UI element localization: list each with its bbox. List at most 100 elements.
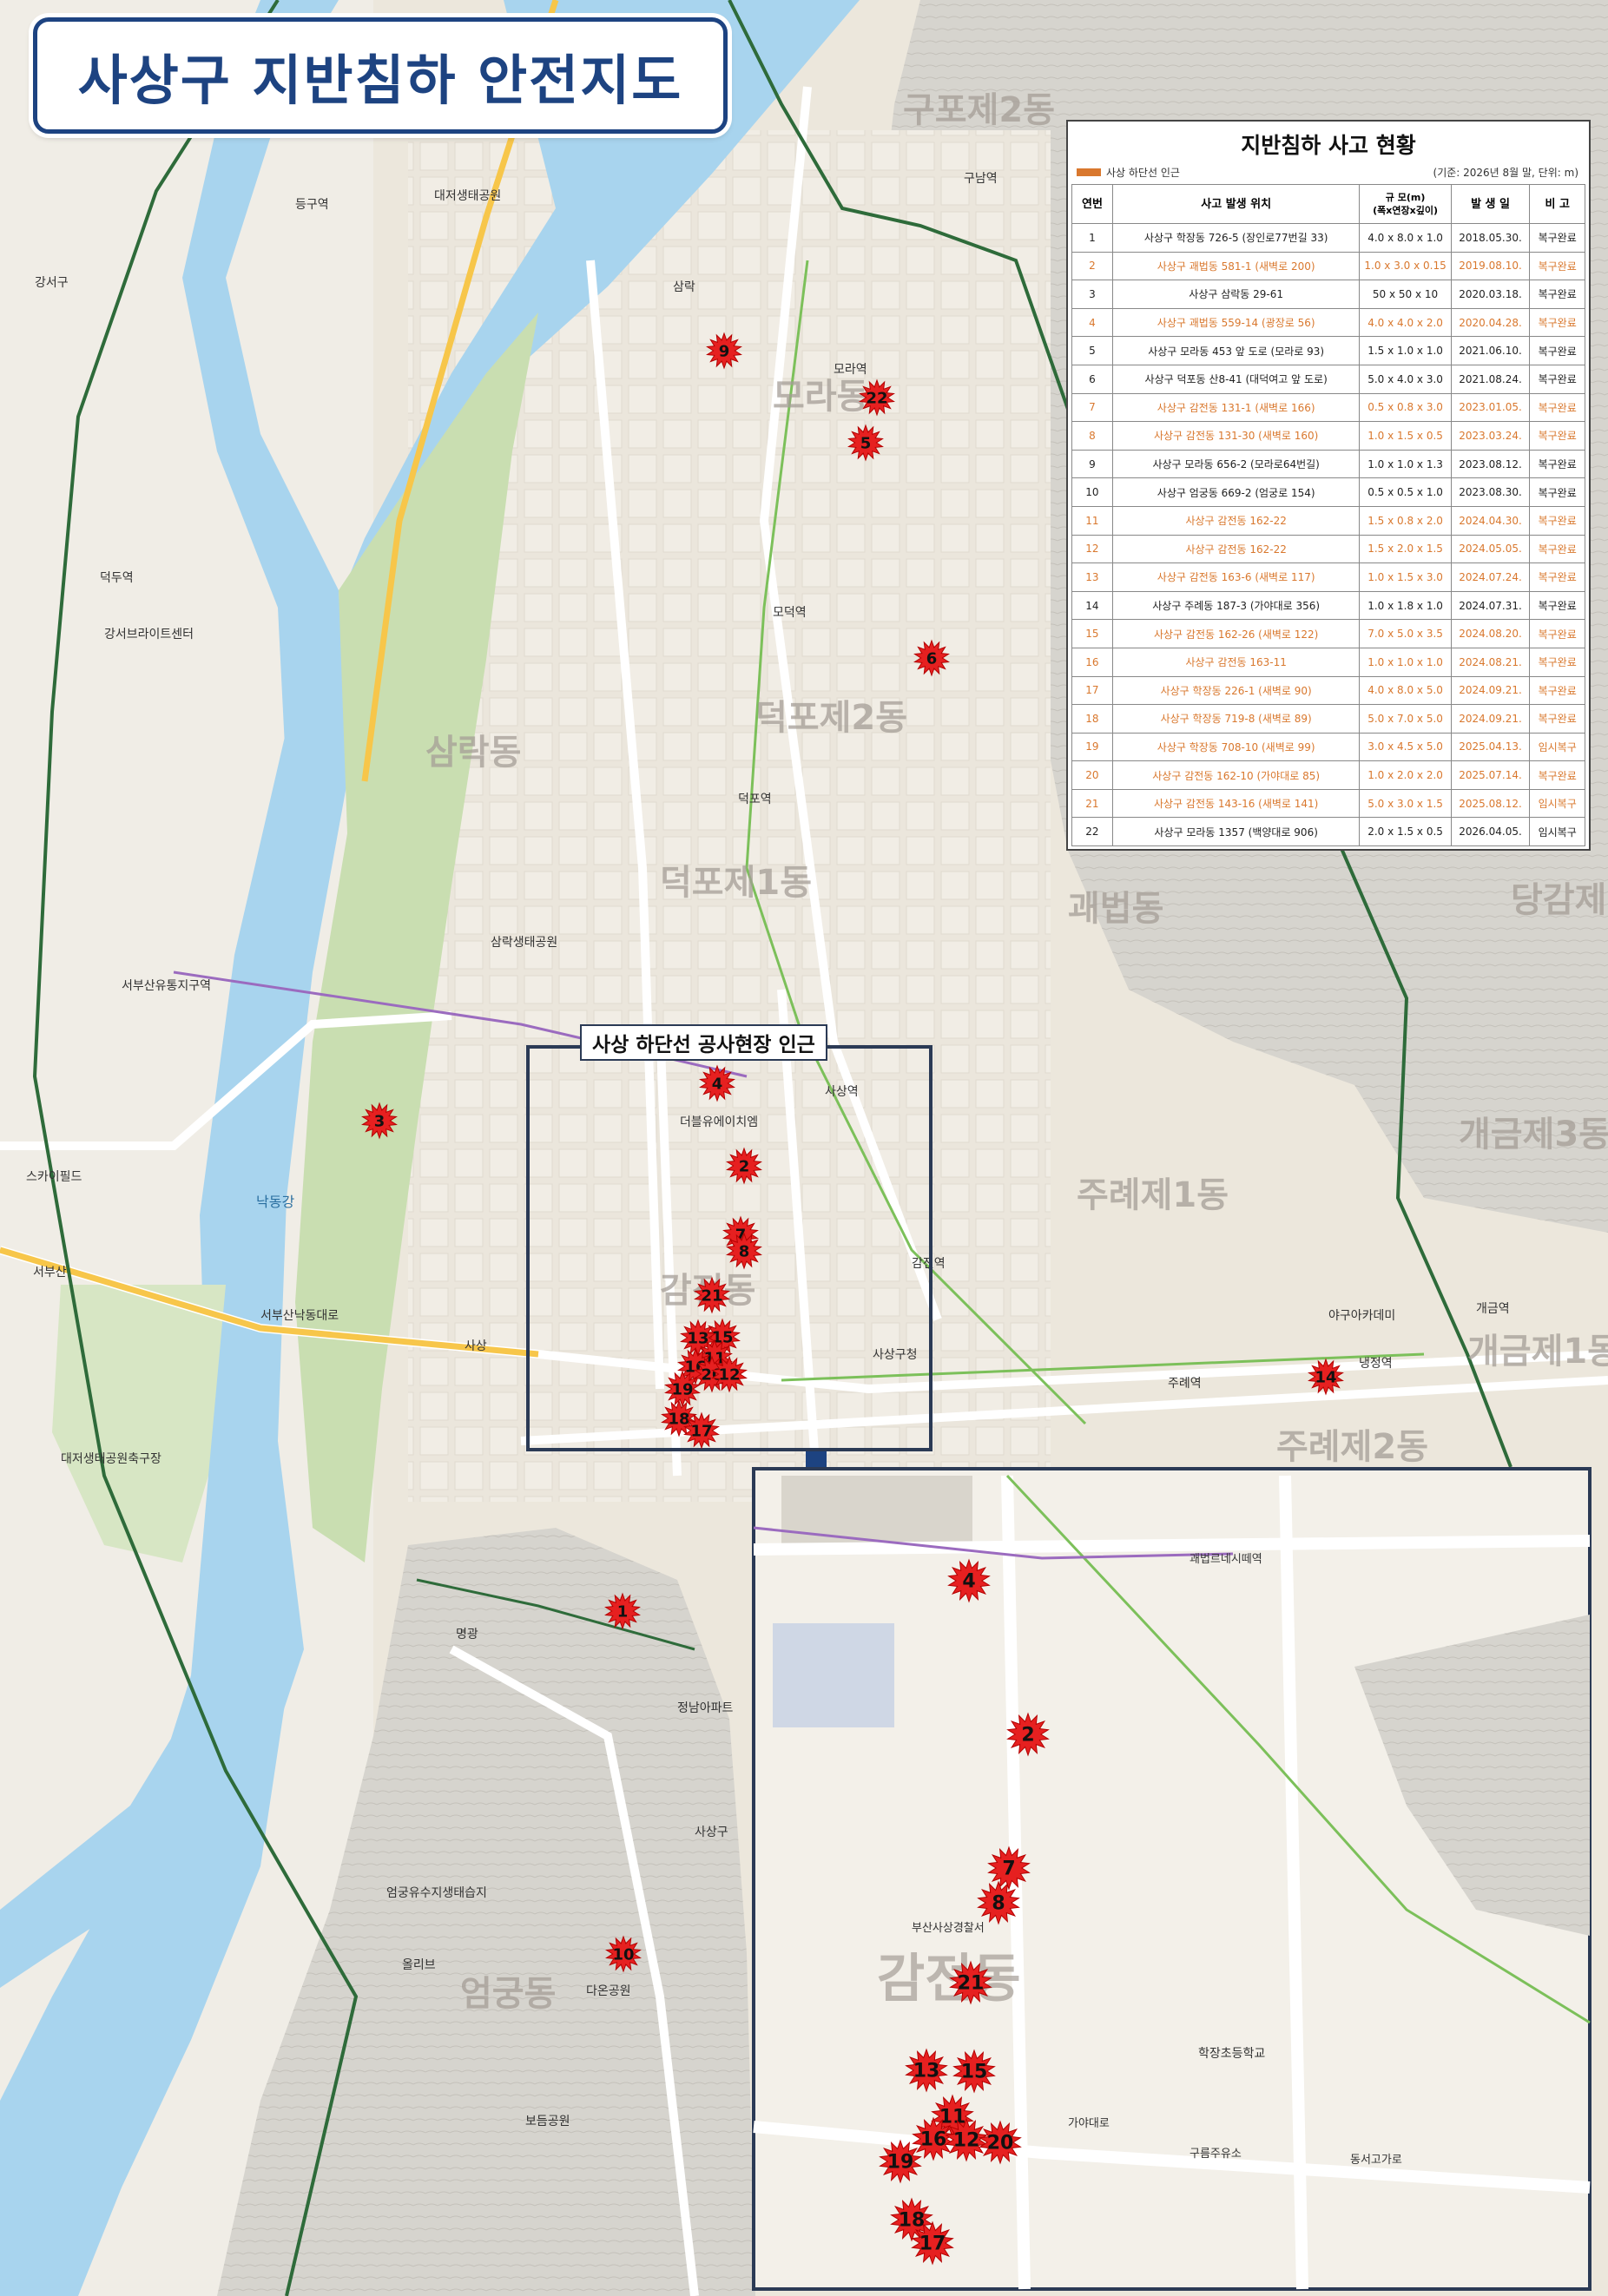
cell-note: 복구완료 [1529,421,1585,451]
district-label: 삼락동 [425,733,521,773]
place-label: 주례역 [1168,1377,1202,1391]
place-label: 강서구 [35,276,69,290]
cell-size: 1.0 x 1.0 x 1.0 [1359,647,1452,677]
district-label: 엄궁동 [460,1974,556,2014]
place-label: 모라역 [834,363,867,377]
sinkhole-marker-number: 5 [860,434,872,452]
cell-note: 복구완료 [1529,704,1585,734]
cell-note: 복구완료 [1529,449,1585,479]
table-row: 16 사상구 감전동 163-11 1.0 x 1.0 x 1.0 2024.08.2… [1071,647,1585,677]
cell-size: 1.0 x 1.5 x 3.0 [1359,562,1452,592]
cell-no: 16 [1071,647,1113,677]
col-header-date: 발 생 일 [1450,184,1531,224]
sinkhole-marker-number: 3 [374,1112,386,1130]
cell-size: 5.0 x 7.0 x 5.0 [1359,704,1452,734]
cell-no: 9 [1071,449,1113,479]
sinkhole-marker-number: 18 [668,1410,689,1428]
cell-loc: 사상구 감전동 131-30 (새벽로 160) [1111,421,1361,451]
cell-loc: 사상구 덕포동 산8-41 (대덕여고 앞 도로) [1111,364,1361,394]
cell-size: 5.0 x 4.0 x 3.0 [1359,364,1452,394]
district-label: 구포제2동 [903,90,1055,130]
district-label: 주례제2동 [1276,1427,1428,1467]
sinkhole-marker-number: 12 [953,2130,980,2152]
table-row: 20 사상구 감전동 162-10 (가야대로 85) 1.0 x 2.0 x 2.… [1071,760,1585,790]
sinkhole-marker-number: 21 [701,1286,722,1305]
place-label: 덕두역 [100,571,134,585]
table-row: 11 사상구 감전동 162-22 1.5 x 0.8 x 2.0 2024.04.3… [1071,505,1585,536]
cell-note: 복구완료 [1529,505,1585,536]
sinkhole-marker-number: 12 [718,1365,740,1384]
cell-size: 1.5 x 0.8 x 2.0 [1359,505,1452,536]
place-label: 강서브라이트센터 [104,628,194,641]
table-row: 5 사상구 모라동 453 앞 도로 (모라로 93) 1.5 x 1.0 x 1.… [1071,336,1585,365]
cell-date: 2023.08.12. [1450,449,1531,479]
sinkhole-marker-number: 1 [617,1602,629,1621]
cell-no: 3 [1071,280,1113,309]
table-row: 2 사상구 괘법동 581-1 (새벽로 200) 1.0 x 3.0 x 0.15… [1071,251,1585,281]
place-label: 사상구청 [873,1348,918,1362]
table-row: 15 사상구 감전동 162-26 (새벽로 122) 7.0 x 5.0 x 3.… [1071,619,1585,648]
cell-date: 2024.05.05. [1450,534,1531,564]
cell-no: 17 [1071,675,1113,706]
cell-date: 2025.07.14. [1450,760,1531,790]
map-title-box: 사상구 지반침하 안전지도 [33,17,728,134]
cell-size: 0.5 x 0.8 x 3.0 [1359,392,1452,423]
cell-note: 임시복구 [1529,732,1585,762]
district-label: 개금제3동 [1459,1115,1608,1155]
table-basis-note: (기준: 2026년 8월 말, 단위: m) [1433,167,1578,179]
cell-size: 2.0 x 1.5 x 0.5 [1359,817,1452,847]
table-row: 9 사상구 모라동 656-2 (모라로64번길) 1.0 x 1.0 x 1.3 2… [1071,449,1585,479]
sinkhole-marker-number: 18 [899,2210,926,2232]
table-row: 3 사상구 삼락동 29-61 50 x 50 x 10 2020.03.18. 복구완… [1071,280,1585,309]
sinkhole-marker-number: 15 [961,2062,988,2083]
cell-no: 21 [1071,788,1113,819]
place-label: 낙동강 [256,1194,294,1210]
cell-size: 1.0 x 2.0 x 2.0 [1359,760,1452,790]
cell-no: 6 [1071,364,1113,394]
sinkhole-marker-number: 7 [1002,1859,1015,1880]
place-label: 더블유에이치엠 [680,1115,758,1129]
cell-size: 0.5 x 0.5 x 1.0 [1359,477,1452,507]
inset-map[interactable]: 감전동 동서고가로 학장초등학교 부산사상경찰서 구름주유소 가야대로 괘법르네… [752,1467,1592,2291]
district-label: 덕포제1동 [660,863,812,903]
cell-no: 13 [1071,562,1113,592]
cell-size: 1.0 x 1.0 x 1.3 [1359,449,1452,479]
cell-loc: 사상구 모라동 453 앞 도로 (모라로 93) [1111,336,1361,365]
col-header-size: 규 모(m) (폭x연장x깊이) [1359,184,1452,224]
table-row: 18 사상구 학장동 719-8 (새벽로 89) 5.0 x 7.0 x 5.0 2… [1071,704,1585,734]
table-row: 8 사상구 감전동 131-30 (새벽로 160) 1.0 x 1.5 x 0.5… [1071,421,1585,451]
cell-date: 2020.03.18. [1450,280,1531,309]
cell-date: 2025.04.13. [1450,732,1531,762]
place-label: 가야대로 [1068,2117,1110,2130]
cell-note: 임시복구 [1529,817,1585,847]
place-label: 등구역 [295,198,329,212]
cell-size: 1.5 x 2.0 x 1.5 [1359,534,1452,564]
cell-date: 2024.09.21. [1450,704,1531,734]
place-label: 명광 [456,1628,478,1641]
sinkhole-marker-number: 13 [913,2061,940,2082]
place-label: 정남아파트 [677,1701,734,1715]
cell-note: 복구완료 [1529,675,1585,706]
district-label: 당감제 [1511,880,1606,920]
place-label: 개금역 [1476,1302,1510,1316]
cell-loc: 사상구 감전동 143-16 (새벽로 141) [1111,788,1361,819]
table-row: 13 사상구 감전동 163-6 (새벽로 117) 1.0 x 1.5 x 3.0… [1071,562,1585,592]
cell-note: 복구완료 [1529,760,1585,790]
sinkhole-marker-number: 9 [719,342,730,360]
district-label: 덕포제2동 [755,698,907,738]
cell-size: 4.0 x 4.0 x 2.0 [1359,307,1452,338]
sinkhole-marker-number: 14 [1315,1368,1336,1386]
cell-date: 2023.03.24. [1450,421,1531,451]
cell-note: 복구완료 [1529,562,1585,592]
cell-note: 복구완료 [1529,534,1585,564]
cell-note: 복구완료 [1529,307,1585,338]
cell-no: 1 [1071,223,1113,253]
sinkhole-marker-number: 19 [671,1380,693,1398]
place-label: 삼락생태공원 [491,936,557,950]
cell-loc: 사상구 학장동 708-10 (새벽로 99) [1111,732,1361,762]
place-label: 올리브 [402,1958,436,1972]
cell-no: 7 [1071,392,1113,423]
cell-size: 7.0 x 5.0 x 3.5 [1359,619,1452,648]
cell-note: 복구완료 [1529,647,1585,677]
cell-note: 복구완료 [1529,477,1585,507]
